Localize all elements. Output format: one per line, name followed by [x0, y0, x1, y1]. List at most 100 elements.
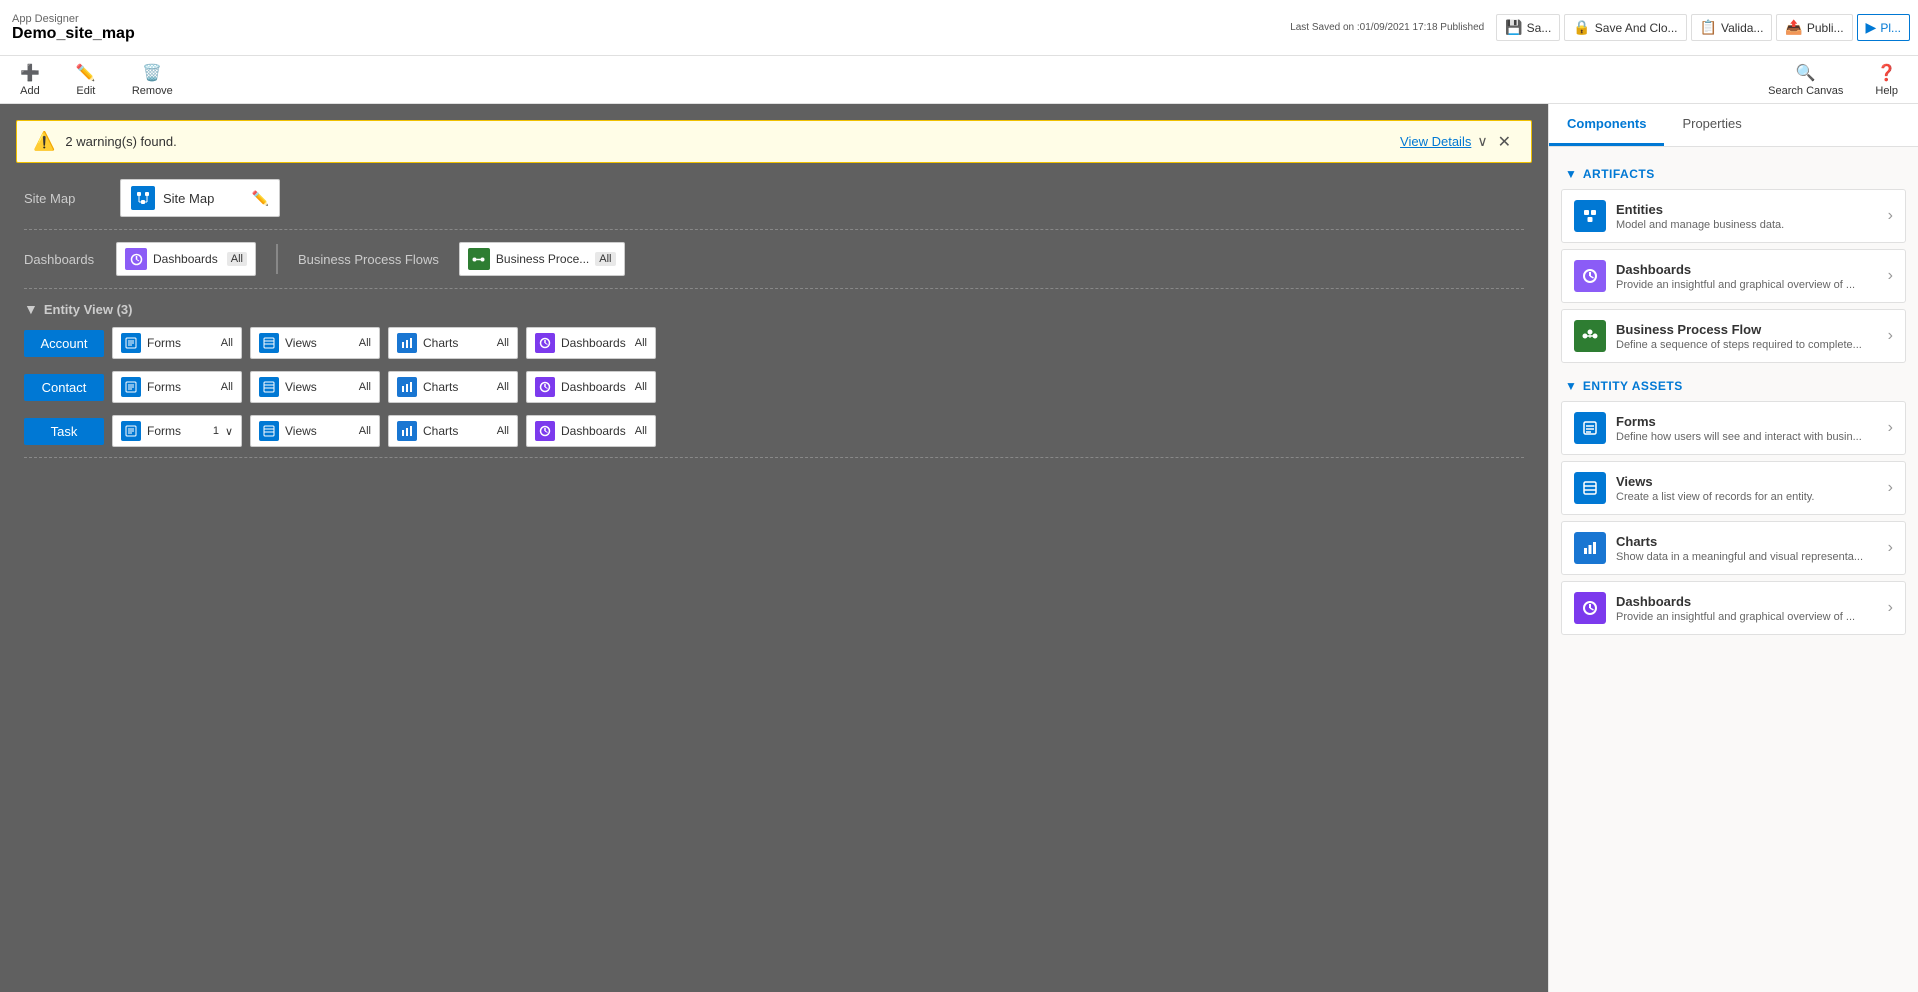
views-name: Views [1616, 474, 1878, 489]
main-layout: ⚠️ 2 warning(s) found. View Details ∨ ✕ … [0, 104, 1918, 992]
sitemap-card-name: Site Map [163, 191, 244, 206]
sitemap-card[interactable]: Site Map ✏️ [120, 179, 280, 217]
validate-icon: 📋 [1700, 19, 1717, 36]
task-charts-icon [397, 421, 417, 441]
component-forms[interactable]: Forms Define how users will see and inte… [1561, 401, 1906, 455]
bpf-card-badge: All [595, 252, 615, 266]
contact-button[interactable]: Contact [24, 374, 104, 401]
account-views-badge: All [359, 337, 371, 349]
account-charts-icon [397, 333, 417, 353]
task-forms-card[interactable]: Forms 1 ∨ [112, 415, 242, 447]
component-dashboards-asset[interactable]: Dashboards Provide an insightful and gra… [1561, 581, 1906, 635]
entity-assets-toggle-icon: ▼ [1565, 379, 1577, 393]
task-views-name: Views [285, 424, 353, 438]
publish-icon: 📤 [1785, 19, 1802, 36]
account-charts-badge: All [497, 337, 509, 349]
entities-name: Entities [1616, 202, 1878, 217]
sitemap-edit-button[interactable]: ✏️ [252, 190, 269, 207]
warning-close-icon[interactable]: ✕ [1494, 132, 1515, 152]
component-views[interactable]: Views Create a list view of records for … [1561, 461, 1906, 515]
dashboards-card[interactable]: Dashboards All [116, 242, 256, 276]
dashboards-asset-text: Dashboards Provide an insightful and gra… [1616, 594, 1878, 623]
charts-icon [1574, 532, 1606, 564]
artifacts-section-header[interactable]: ▼ ARTIFACTS [1561, 159, 1906, 189]
task-forms-name: Forms [147, 424, 207, 438]
divider-1 [24, 229, 1524, 230]
divider-3 [24, 457, 1524, 458]
save-info: Last Saved on :01/09/2021 17:18 Publishe… [1290, 22, 1484, 33]
play-button[interactable]: ▶ Pl... [1857, 14, 1910, 41]
view-details-button[interactable]: View Details [1400, 134, 1471, 149]
account-views-card[interactable]: Views All [250, 327, 380, 359]
contact-dashboards-badge: All [635, 381, 647, 393]
bpf-text: Business Process Flow Define a sequence … [1616, 322, 1878, 351]
warning-icon: ⚠️ [33, 131, 55, 152]
task-views-badge: All [359, 425, 371, 437]
dashboards-asset-arrow-icon: › [1888, 599, 1893, 617]
tab-properties[interactable]: Properties [1664, 104, 1759, 146]
help-button[interactable]: ❓ Help [1867, 59, 1906, 101]
task-charts-card[interactable]: Charts All [388, 415, 518, 447]
component-charts[interactable]: Charts Show data in a meaningful and vis… [1561, 521, 1906, 575]
dashboards-card-name: Dashboards [153, 252, 221, 266]
views-arrow-icon: › [1888, 479, 1893, 497]
account-dashboards-icon [535, 333, 555, 353]
component-dashboards-artifact[interactable]: Dashboards Provide an insightful and gra… [1561, 249, 1906, 303]
tab-components[interactable]: Components [1549, 104, 1664, 146]
contact-charts-card[interactable]: Charts All [388, 371, 518, 403]
task-button[interactable]: Task [24, 418, 104, 445]
save-button[interactable]: 💾 Sa... [1496, 14, 1560, 41]
views-text: Views Create a list view of records for … [1616, 474, 1878, 503]
artifacts-section-title: ARTIFACTS [1583, 167, 1655, 181]
dashboards-asset-desc: Provide an insightful and graphical over… [1616, 611, 1878, 623]
panel-tabs: Components Properties [1549, 104, 1918, 147]
entity-assets-section-header[interactable]: ▼ ENTITY ASSETS [1561, 371, 1906, 401]
task-dashboards-card[interactable]: Dashboards All [526, 415, 656, 447]
remove-button[interactable]: 🗑️ Remove [124, 59, 181, 101]
sitemap-row: Site Map Site Map ✏️ [24, 171, 1524, 225]
bpf-separator [276, 244, 278, 274]
contact-views-name: Views [285, 380, 353, 394]
validate-button[interactable]: 📋 Valida... [1691, 14, 1773, 41]
component-bpf[interactable]: Business Process Flow Define a sequence … [1561, 309, 1906, 363]
canvas[interactable]: ⚠️ 2 warning(s) found. View Details ∨ ✕ … [0, 104, 1548, 992]
contact-forms-card[interactable]: Forms All [112, 371, 242, 403]
contact-views-card[interactable]: Views All [250, 371, 380, 403]
forms-desc: Define how users will see and interact w… [1616, 431, 1878, 443]
search-canvas-button[interactable]: 🔍 Search Canvas [1760, 59, 1851, 101]
bpf-card[interactable]: Business Proce... All [459, 242, 625, 276]
save-and-close-button[interactable]: 🔒 Save And Clo... [1564, 14, 1686, 41]
save-icon: 💾 [1505, 19, 1522, 36]
account-charts-card[interactable]: Charts All [388, 327, 518, 359]
account-button[interactable]: Account [24, 330, 104, 357]
warning-chevron-icon[interactable]: ∨ [1477, 133, 1487, 150]
dashboards-asset-icon [1574, 592, 1606, 624]
account-dashboards-card[interactable]: Dashboards All [526, 327, 656, 359]
contact-charts-icon [397, 377, 417, 397]
app-designer-label: App Designer [12, 13, 135, 25]
warning-text: 2 warning(s) found. [65, 134, 1390, 149]
entity-view-toggle-icon[interactable]: ▼ [24, 301, 38, 317]
search-icon: 🔍 [1796, 63, 1816, 83]
task-views-card[interactable]: Views All [250, 415, 380, 447]
contact-dashboards-card[interactable]: Dashboards All [526, 371, 656, 403]
edit-button[interactable]: ✏️ Edit [68, 59, 104, 101]
publish-button[interactable]: 📤 Publi... [1776, 14, 1852, 41]
task-forms-dropdown-icon[interactable]: ∨ [225, 425, 233, 438]
account-forms-card[interactable]: Forms All [112, 327, 242, 359]
dashboards-artifact-text: Dashboards Provide an insightful and gra… [1616, 262, 1878, 291]
add-button[interactable]: ➕ Add [12, 59, 48, 101]
account-dashboards-badge: All [635, 337, 647, 349]
entity-row-account: Account Forms All Views All [24, 321, 1524, 365]
bpf-card-name: Business Proce... [496, 252, 589, 266]
task-charts-name: Charts [423, 424, 491, 438]
dashboards-label: Dashboards [24, 252, 104, 267]
divider-2 [24, 288, 1524, 289]
toolbar: ➕ Add ✏️ Edit 🗑️ Remove 🔍 Search Canvas … [0, 56, 1918, 104]
component-entities[interactable]: Entities Model and manage business data.… [1561, 189, 1906, 243]
dashboards-card-icon [125, 248, 147, 270]
help-icon: ❓ [1877, 63, 1897, 83]
forms-text: Forms Define how users will see and inte… [1616, 414, 1878, 443]
account-dashboards-name: Dashboards [561, 336, 629, 350]
right-panel: Components Properties ▼ ARTIFACTS Entiti… [1548, 104, 1918, 992]
